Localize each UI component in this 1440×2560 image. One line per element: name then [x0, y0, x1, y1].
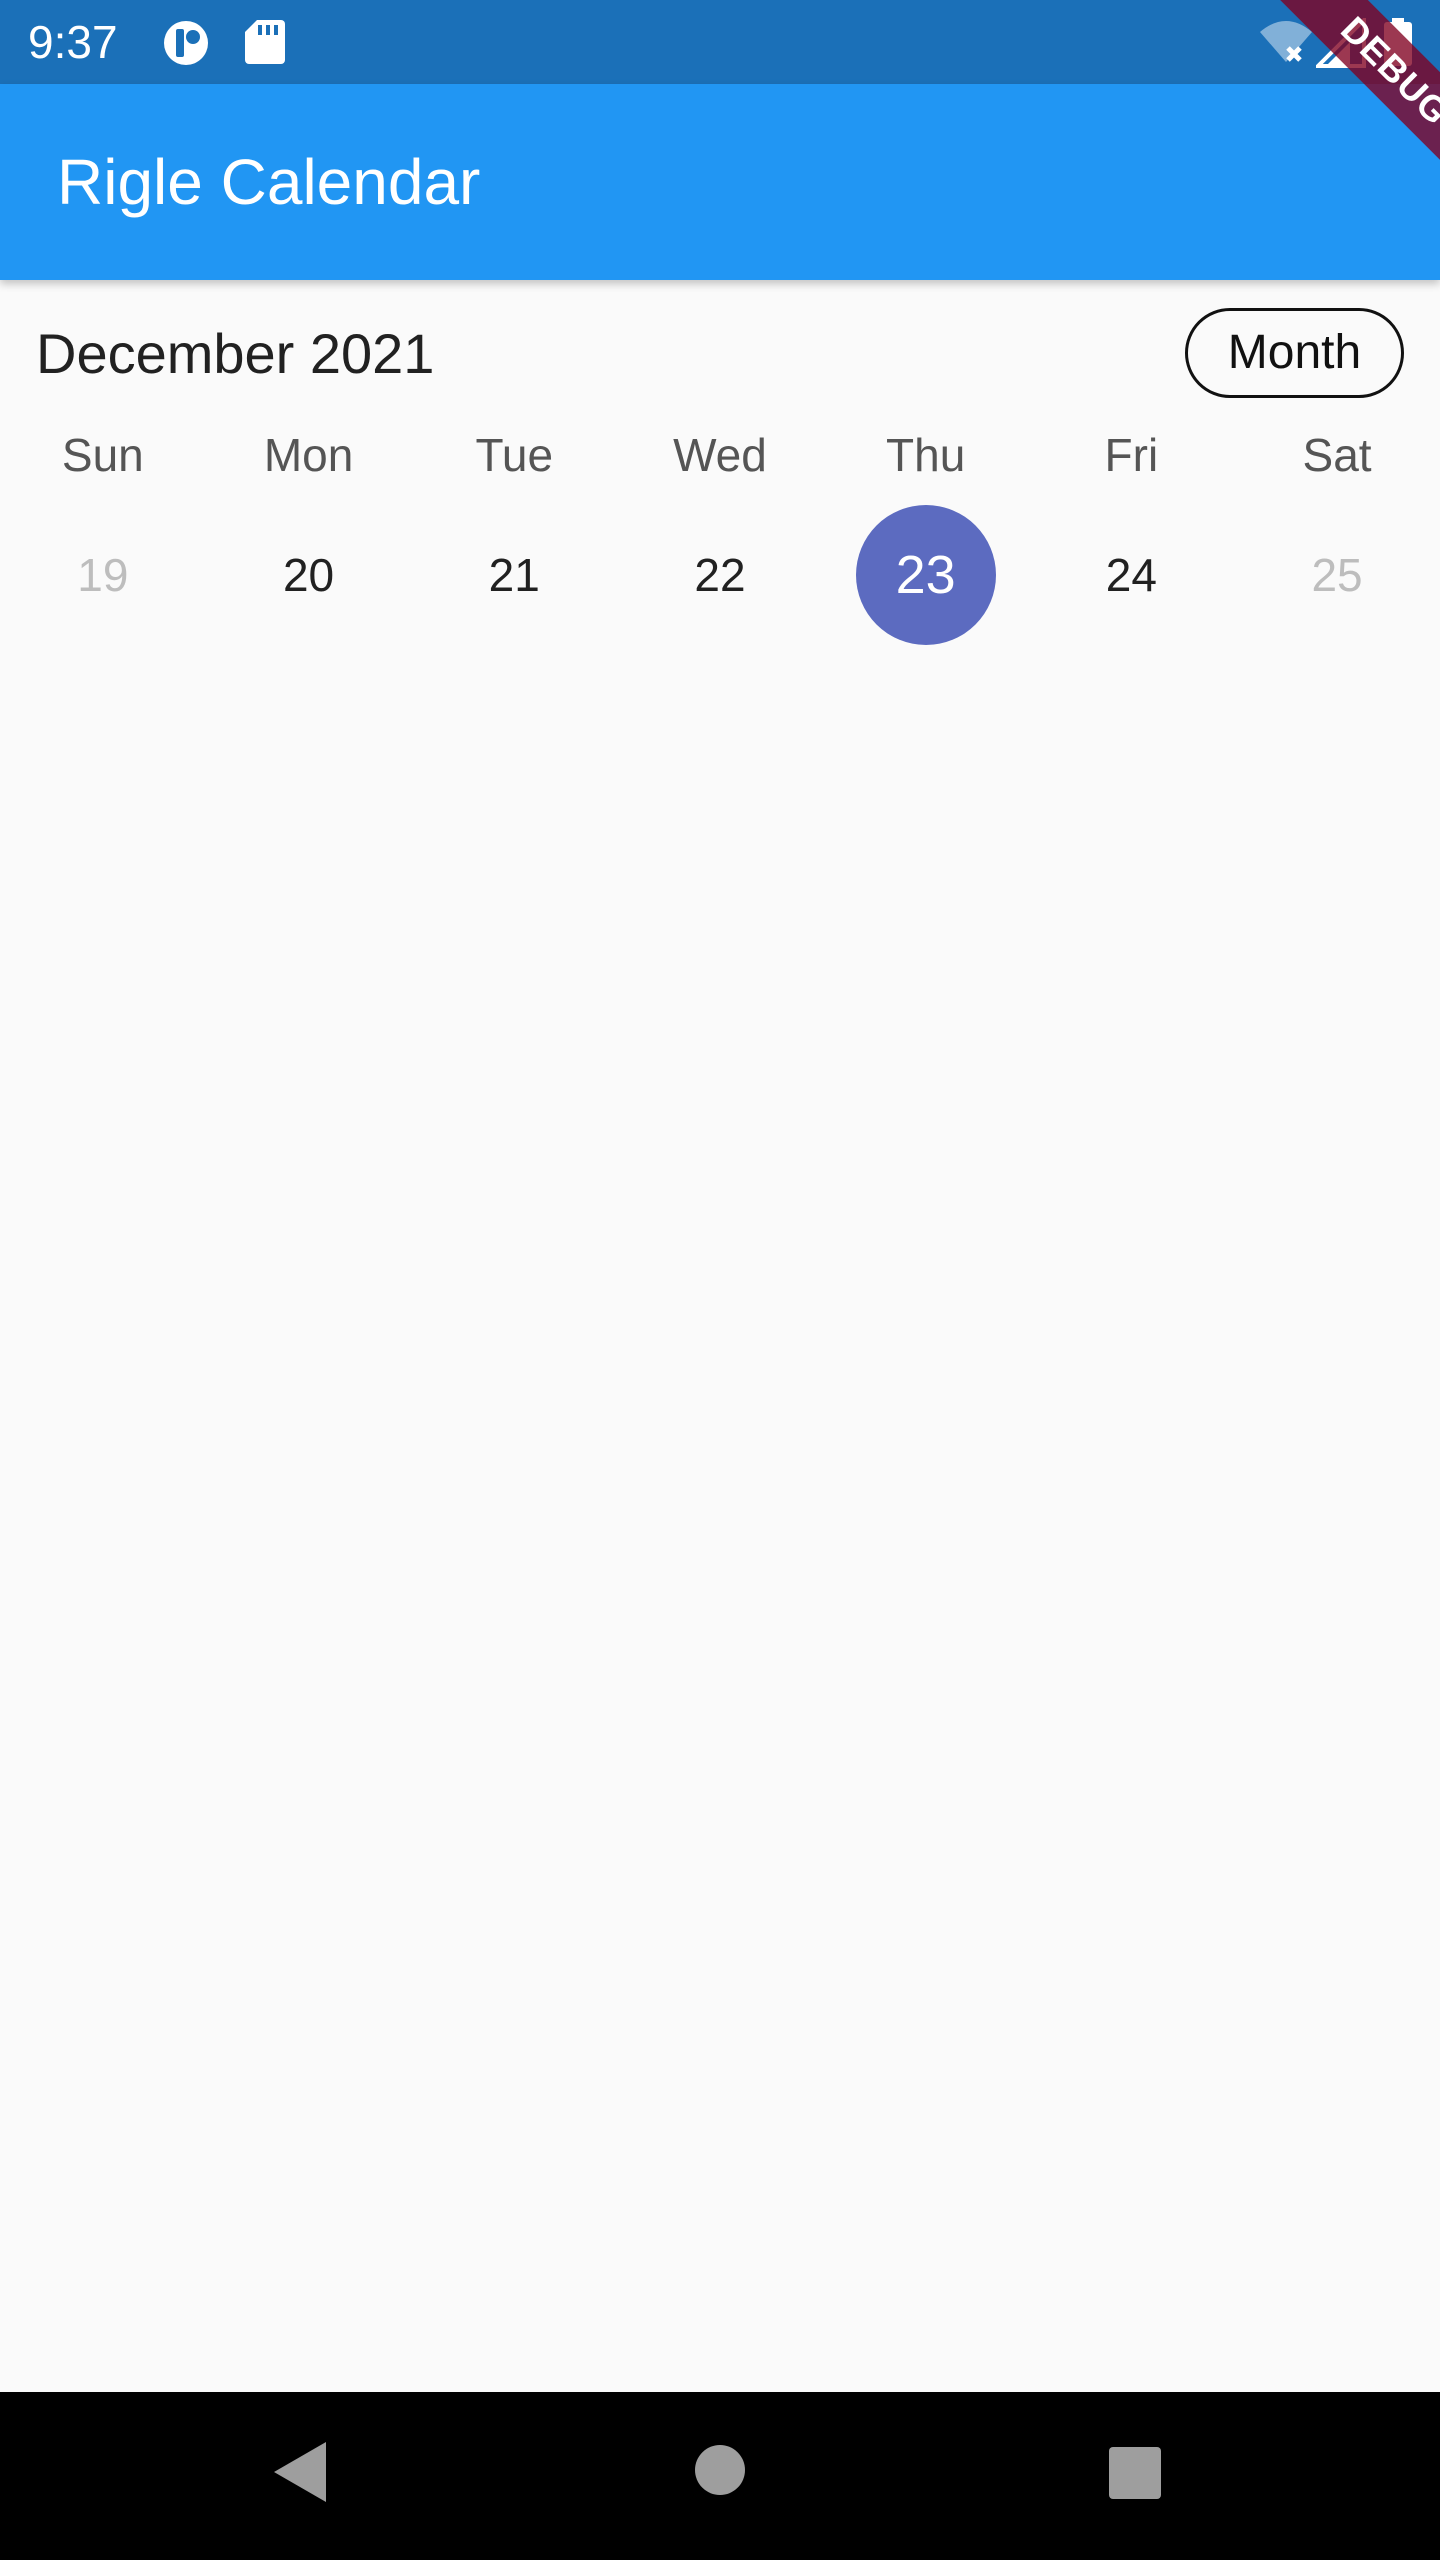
- view-mode-button[interactable]: Month: [1185, 308, 1404, 398]
- status-time: 9:37: [28, 16, 118, 68]
- month-title: December 2021: [36, 322, 435, 385]
- weekday-label: Wed: [673, 429, 767, 481]
- calendar-day[interactable]: 22: [650, 505, 790, 645]
- app-title: Rigle Calendar: [57, 146, 481, 218]
- week-dates-row: 19 20 21 22 23 24 25: [0, 500, 1440, 650]
- recents-icon[interactable]: [1109, 2447, 1161, 2504]
- weekday-label: Mon: [263, 429, 354, 481]
- status-bar: 9:37: [0, 0, 1440, 84]
- back-icon[interactable]: [272, 2440, 328, 2509]
- weekday-label: Fri: [1104, 429, 1159, 481]
- home-icon[interactable]: [694, 2444, 746, 2501]
- sync-badge-icon: [163, 20, 213, 71]
- sd-card-icon: [245, 20, 285, 69]
- calendar-day[interactable]: 19: [33, 505, 173, 645]
- system-nav-bar: [0, 2392, 1440, 2560]
- calendar-day[interactable]: 20: [239, 505, 379, 645]
- weekday-label: Sun: [61, 429, 144, 481]
- calendar-day[interactable]: 24: [1061, 505, 1201, 645]
- weekday-label: Tue: [475, 429, 554, 481]
- weekday-label: Thu: [886, 429, 966, 481]
- calendar-day[interactable]: 21: [444, 505, 584, 645]
- calendar-day[interactable]: 25: [1267, 505, 1407, 645]
- weekday-header-row: Sun Mon Tue Wed Thu Fri Sat: [0, 420, 1440, 490]
- calendar-day-selected[interactable]: 23: [855, 505, 996, 645]
- weekday-label: Sat: [1302, 429, 1372, 481]
- app-bar: Rigle Calendar: [0, 84, 1440, 280]
